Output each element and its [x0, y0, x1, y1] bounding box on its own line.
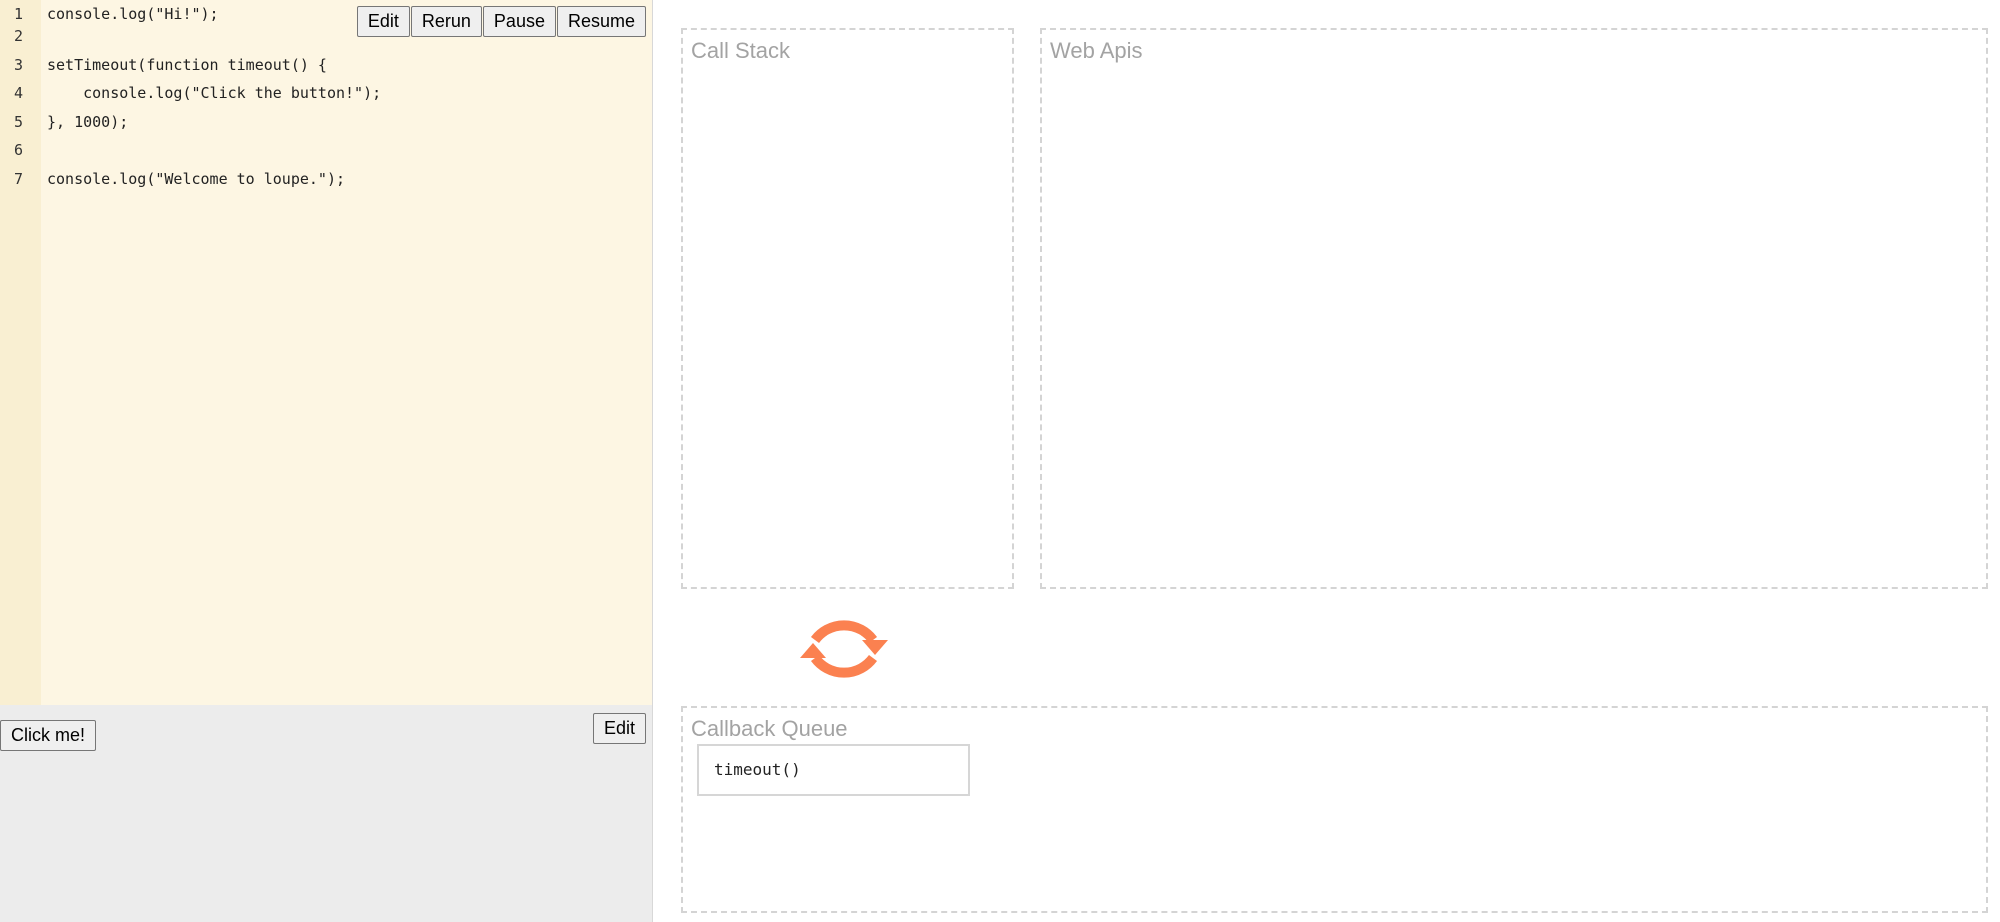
- editor-toolbar: Edit Rerun Pause Resume: [356, 6, 646, 37]
- web-apis-title: Web Apis: [1050, 38, 1143, 63]
- line-number: 4: [14, 84, 24, 102]
- web-apis-panel: Web Apis: [1040, 28, 1988, 589]
- code-line: 6: [0, 136, 54, 164]
- output-edit-button[interactable]: Edit: [592, 713, 646, 744]
- event-loop-arrowhead-left: [800, 643, 826, 658]
- call-stack-title: Call Stack: [691, 38, 791, 63]
- rerun-button[interactable]: Rerun: [410, 6, 482, 37]
- code-line: 3 setTimeout(function timeout() {: [0, 51, 327, 79]
- line-number: 7: [14, 170, 24, 188]
- column-divider: [652, 0, 653, 922]
- line-number: 2: [14, 27, 24, 45]
- line-number: 5: [14, 113, 24, 131]
- edit-button[interactable]: Edit: [356, 6, 410, 37]
- line-number: 6: [14, 141, 24, 159]
- event-loop-arc-top: [810, 620, 878, 644]
- code-line: 4 console.log("Click the button!");: [0, 79, 381, 107]
- event-loop-svg: [800, 620, 888, 678]
- html-output-panel: Click me! Edit: [0, 705, 653, 922]
- code-line: 2: [0, 22, 54, 50]
- line-text: console.log("Hi!");: [47, 5, 219, 23]
- resume-button[interactable]: Resume: [556, 6, 646, 37]
- callback-queue-item: timeout(): [697, 744, 970, 796]
- line-text: console.log("Click the button!");: [47, 84, 382, 102]
- left-panel: 1 console.log("Hi!"); 2 3 setTimeout(fun…: [0, 0, 653, 922]
- code-editor[interactable]: 1 console.log("Hi!"); 2 3 setTimeout(fun…: [0, 0, 653, 705]
- event-loop-arc-bottom: [810, 654, 878, 678]
- call-stack-panel: Call Stack: [681, 28, 1014, 589]
- line-text: console.log("Welcome to loupe.");: [47, 170, 346, 188]
- line-text: }, 1000);: [47, 113, 129, 131]
- callback-queue-title: Callback Queue: [691, 716, 848, 741]
- pause-button[interactable]: Pause: [482, 6, 556, 37]
- line-number: 3: [14, 56, 24, 74]
- line-text: setTimeout(function timeout() {: [47, 56, 327, 74]
- callback-queue-panel: Callback Queue timeout(): [681, 706, 1988, 913]
- click-me-button[interactable]: Click me!: [0, 720, 97, 751]
- code-line: 5 }, 1000);: [0, 108, 128, 136]
- event-loop-arrowhead-right: [862, 640, 888, 655]
- refresh-icon: [792, 604, 896, 694]
- code-line: 7 console.log("Welcome to loupe.");: [0, 165, 345, 193]
